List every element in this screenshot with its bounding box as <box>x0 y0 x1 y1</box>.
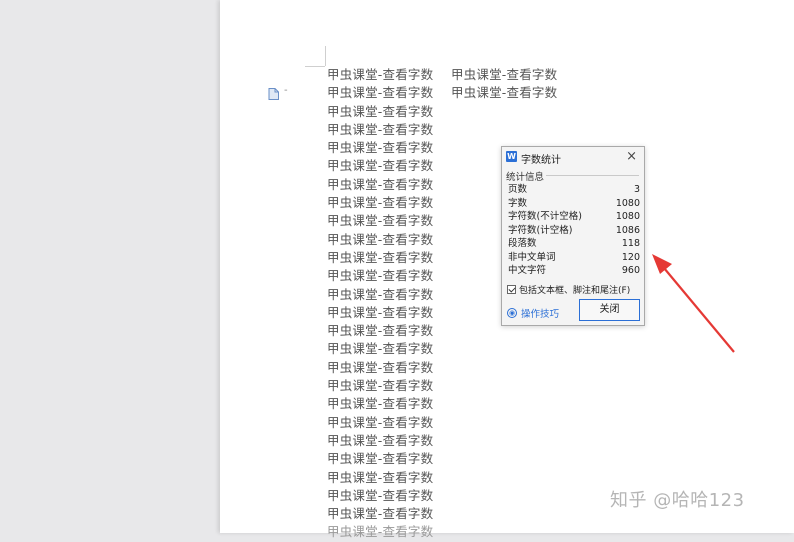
document-line[interactable]: 甲虫课堂-查看字数 <box>327 322 487 340</box>
stat-value: 960 <box>621 265 640 276</box>
stat-label: 段落数 <box>508 238 537 249</box>
document-line[interactable]: 甲虫课堂-查看字数 <box>327 377 487 395</box>
stat-row: 字数 1080 <box>508 197 640 211</box>
tips-icon[interactable]: ◉ <box>507 308 517 318</box>
document-line[interactable]: 甲虫课堂-查看字数 <box>327 249 487 267</box>
document-line[interactable]: 甲虫课堂-查看字数 <box>327 340 487 358</box>
stat-value: 1086 <box>615 224 640 236</box>
document-line[interactable]: 甲虫课堂-查看字数 <box>327 139 487 157</box>
dialog-title-bar[interactable]: W 字数统计 × <box>502 147 644 167</box>
document-line[interactable]: 甲虫课堂-查看字数 <box>327 157 487 175</box>
stat-value: 118 <box>621 238 640 249</box>
stat-row: 非中文单词 120 <box>508 251 640 265</box>
document-line[interactable]: 甲虫课堂-查看字数 <box>327 414 487 432</box>
stat-value: 1080 <box>615 211 640 222</box>
document-line[interactable]: 甲虫课堂-查看字数 <box>327 286 487 304</box>
document-text-column-2[interactable]: 甲虫课堂-查看字数 甲虫课堂-查看字数 <box>451 66 557 103</box>
stat-label: 非中文单词 <box>508 251 556 263</box>
tips-label[interactable]: 操作技巧 <box>521 306 559 320</box>
margin-corner-mark <box>305 66 325 67</box>
close-icon[interactable]: × <box>626 149 637 164</box>
word-count-dialog: W 字数统计 × 统计信息 页数 3 字数 1080 字符数(不计空格) 1080 字符数(… <box>501 146 645 326</box>
stat-row: 中文字符 960 <box>508 264 640 278</box>
document-line[interactable]: 甲虫课堂-查看字数 <box>327 505 487 523</box>
include-textbox-checkbox-row[interactable]: 包括文本框、脚注和尾注(F) <box>507 283 630 296</box>
include-textbox-label[interactable]: 包括文本框、脚注和尾注(F) <box>519 283 630 296</box>
paragraph-layout-icon[interactable] <box>268 88 279 100</box>
zhihu-watermark: 知乎 @哈哈123 <box>610 490 745 511</box>
stat-row: 段落数 118 <box>508 237 640 251</box>
stat-label: 字符数(不计空格) <box>508 211 582 222</box>
statistics-section-label: 统计信息 <box>506 172 545 183</box>
stat-value: 120 <box>621 251 640 263</box>
document-line[interactable]: 甲虫课堂-查看字数 <box>451 84 557 102</box>
stat-value: 3 <box>633 184 640 195</box>
dialog-title: 字数统计 <box>521 155 561 166</box>
document-line[interactable]: 甲虫课堂-查看字数 <box>327 469 487 487</box>
stat-row: 字符数(计空格) 1086 <box>508 224 640 238</box>
stat-label: 字符数(计空格) <box>508 224 573 236</box>
stat-row: 字符数(不计空格) 1080 <box>508 210 640 224</box>
document-line[interactable]: 甲虫课堂-查看字数 <box>327 103 487 121</box>
stat-label: 字数 <box>508 197 528 209</box>
document-line[interactable]: 甲虫课堂-查看字数 <box>327 395 487 413</box>
document-line[interactable]: 甲虫课堂-查看字数 <box>327 487 487 505</box>
stat-row: 页数 3 <box>508 183 640 197</box>
document-line[interactable]: 甲虫课堂-查看字数 <box>327 450 487 468</box>
close-button[interactable]: 关闭 <box>579 299 640 321</box>
document-line[interactable]: 甲虫课堂-查看字数 <box>327 194 487 212</box>
document-text-column[interactable]: 甲虫课堂-查看字数 甲虫课堂-查看字数 甲虫课堂-查看字数 甲虫课堂-查看字数 甲虫课堂… <box>327 66 487 542</box>
section-divider <box>546 175 639 176</box>
margin-corner-mark <box>325 46 326 66</box>
tips-link[interactable]: ◉ 操作技巧 <box>507 306 559 320</box>
stat-label: 中文字符 <box>508 265 547 276</box>
stat-value: 1080 <box>615 197 640 209</box>
document-line[interactable]: 甲虫课堂-查看字数 <box>327 176 487 194</box>
document-line[interactable]: 甲虫课堂-查看字数 <box>327 304 487 322</box>
wps-writer-icon: W <box>506 151 517 162</box>
document-line[interactable]: 甲虫课堂-查看字数 <box>327 267 487 285</box>
document-line[interactable]: 甲虫课堂-查看字数 <box>327 121 487 139</box>
paragraph-marker: - <box>284 85 288 96</box>
document-line[interactable]: 甲虫课堂-查看字数 <box>327 359 487 377</box>
include-textbox-checkbox[interactable] <box>507 285 516 294</box>
statistics-list: 页数 3 字数 1080 字符数(不计空格) 1080 字符数(计空格) 1086 段落数 118… <box>508 183 640 278</box>
document-line[interactable]: 甲虫课堂-查看字数 <box>327 432 487 450</box>
left-pane <box>0 0 220 533</box>
document-line[interactable]: 甲虫课堂-查看字数 <box>451 66 557 84</box>
document-line[interactable]: 甲虫课堂-查看字数 <box>327 212 487 230</box>
document-line[interactable]: 甲虫课堂-查看字数 <box>327 231 487 249</box>
stat-label: 页数 <box>508 184 528 195</box>
